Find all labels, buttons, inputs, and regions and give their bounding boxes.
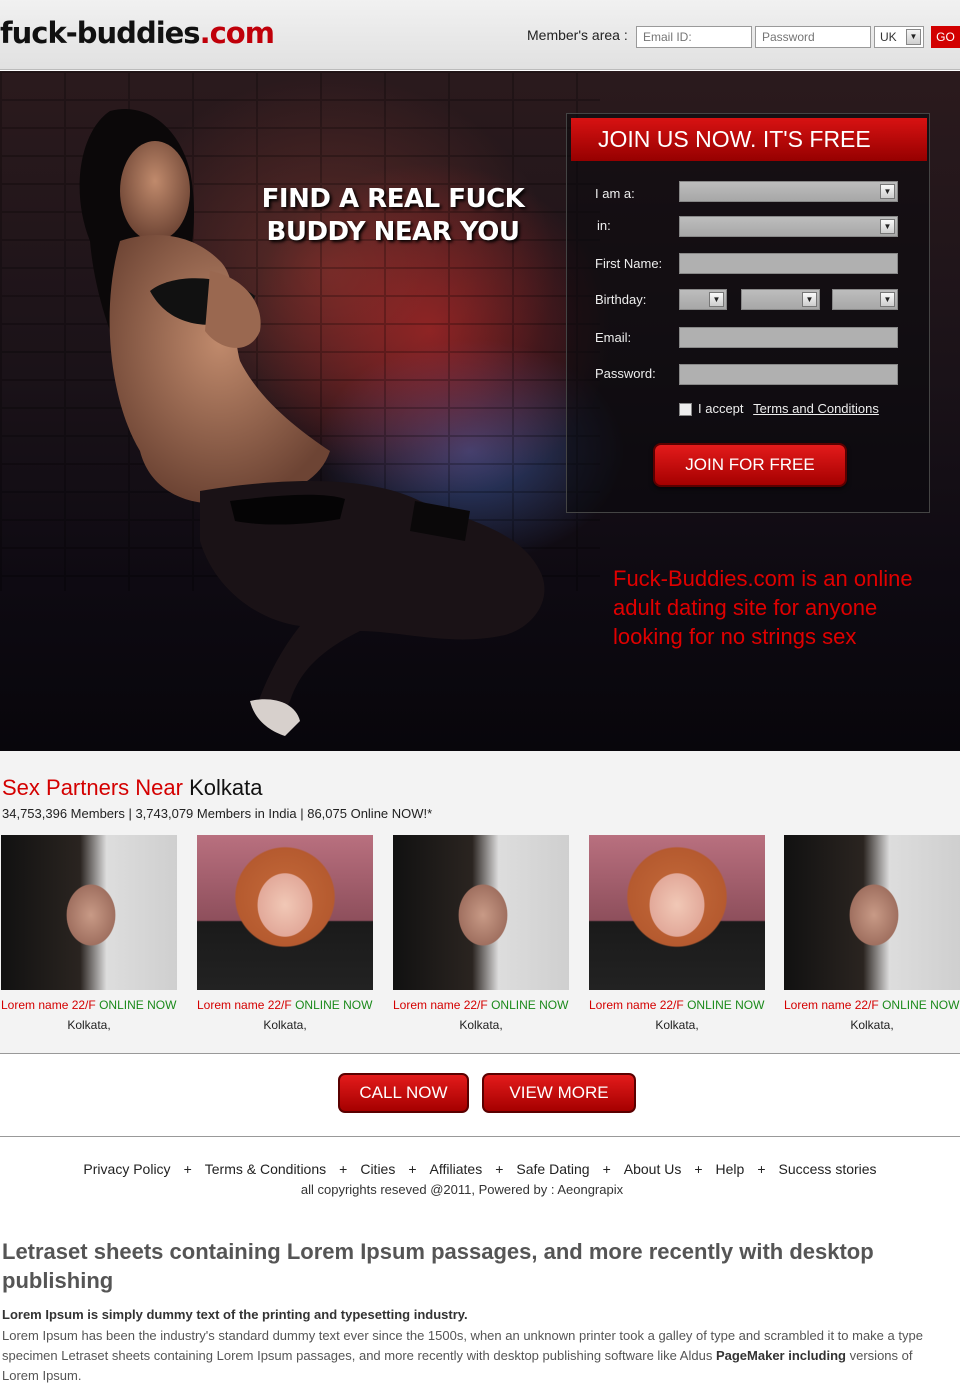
profile-card[interactable]: Lorem name 22/F ONLINE NOW Kolkata, — [197, 835, 377, 1032]
footer-separator: + — [495, 1161, 504, 1177]
join-for-free-button[interactable]: JOIN FOR FREE — [653, 443, 847, 487]
footer-link-help[interactable]: Help — [716, 1161, 745, 1177]
gender-select[interactable]: ▼ — [679, 181, 898, 202]
footer-separator: + — [408, 1161, 417, 1177]
birthday-label: Birthday: — [595, 292, 647, 307]
password-field[interactable] — [679, 364, 898, 385]
hero-headline: FIND A REAL FUCK BUDDY NEAR YOU — [261, 184, 525, 247]
copyright-text: all copyrights reseved @2011, Powered by… — [300, 1182, 624, 1197]
login-email-input[interactable] — [636, 26, 752, 48]
seo-heading: Letraset sheets containing Lorem Ipsum p… — [2, 1239, 874, 1293]
profile-card[interactable]: Lorem name 22/F ONLINE NOW Kolkata, — [1, 835, 181, 1032]
first-name-input[interactable] — [679, 253, 898, 274]
profile-name-line: Lorem name 22/F ONLINE NOW — [589, 998, 765, 1012]
footer-link-cities[interactable]: Cities — [360, 1161, 395, 1177]
top-header: fuck-buddies.com Member's area : UK ▼ GO — [0, 0, 960, 70]
profile-photo[interactable] — [784, 835, 960, 990]
login-go-button[interactable]: GO — [931, 26, 960, 48]
profile-photo[interactable] — [393, 835, 569, 990]
footer-link-success-stories[interactable]: Success stories — [779, 1161, 877, 1177]
signup-form-title: JOIN US NOW. IT'S FREE — [571, 118, 927, 161]
site-logo[interactable]: fuck-buddies.com — [0, 16, 275, 50]
birthday-year-select[interactable]: ▼ — [832, 289, 898, 310]
profile-card[interactable]: Lorem name 22/F ONLINE NOW Kolkata, — [589, 835, 769, 1032]
birthday-month-select[interactable]: ▼ — [741, 289, 820, 310]
hero-banner: FIND A REAL FUCK BUDDY NEAR YOU JOIN US … — [0, 71, 960, 751]
login-password-input[interactable] — [755, 26, 871, 48]
chevron-down-icon: ▼ — [709, 292, 724, 307]
footer-link-terms[interactable]: Terms & Conditions — [205, 1161, 326, 1177]
profile-city: Kolkata, — [655, 1018, 699, 1032]
profile-city: Kolkata, — [850, 1018, 894, 1032]
chevron-down-icon: ▼ — [880, 184, 895, 199]
footer-separator: + — [602, 1161, 611, 1177]
footer-link-safe-dating[interactable]: Safe Dating — [516, 1161, 589, 1177]
first-name-label: First Name: — [595, 256, 663, 271]
profile-photo[interactable] — [589, 835, 765, 990]
birthday-day-select[interactable]: ▼ — [679, 289, 727, 310]
section-title-city: Kolkata — [189, 775, 263, 800]
profile-card[interactable]: Lorem name 22/F ONLINE NOW Kolkata, — [393, 835, 573, 1032]
profile-name-line: Lorem name 22/F ONLINE NOW — [1, 998, 177, 1012]
chevron-down-icon: ▼ — [906, 29, 921, 45]
section-title: Sex Partners Near Kolkata — [2, 775, 262, 801]
model-photo — [79, 109, 545, 736]
footer-separator: + — [694, 1161, 703, 1177]
profile-city: Kolkata, — [459, 1018, 503, 1032]
profile-name-line: Lorem name 22/F ONLINE NOW — [784, 998, 960, 1012]
profile-city: Kolkata, — [67, 1018, 111, 1032]
terms-link[interactable]: Terms and Conditions — [753, 401, 879, 416]
profile-name-line: Lorem name 22/F ONLINE NOW — [393, 998, 569, 1012]
profile-card[interactable]: Lorem name 22/F ONLINE NOW Kolkata, — [784, 835, 960, 1032]
email-field[interactable] — [679, 327, 898, 348]
chevron-down-icon: ▼ — [880, 292, 895, 307]
call-now-button[interactable]: CALL NOW — [338, 1073, 469, 1113]
email-label: Email: — [595, 330, 632, 345]
footer-link-about[interactable]: About Us — [624, 1161, 682, 1177]
profile-photo[interactable] — [1, 835, 177, 990]
footer-link-affiliates[interactable]: Affiliates — [430, 1161, 483, 1177]
country-select[interactable]: UK ▼ — [874, 26, 924, 48]
password-label: Password: — [595, 366, 656, 381]
profile-photo[interactable] — [197, 835, 373, 990]
profile-city: Kolkata, — [263, 1018, 307, 1032]
footer-nav: Privacy Policy + Terms & Conditions + Cities… — [0, 1161, 960, 1177]
signup-form: JOIN US NOW. IT'S FREE I am a: ▼ in: ▼ F… — [566, 113, 930, 513]
seo-bold-text: PageMaker including — [715, 1348, 846, 1363]
accept-label: I accept — [698, 401, 744, 416]
country-select-value: UK — [880, 30, 897, 44]
footer-separator: + — [757, 1161, 766, 1177]
terms-checkbox[interactable] — [679, 403, 692, 416]
chevron-down-icon: ▼ — [880, 219, 895, 234]
footer-separator: + — [339, 1161, 348, 1177]
view-more-button[interactable]: VIEW MORE — [482, 1073, 636, 1113]
accept-terms-text: I accept Terms and Conditions — [698, 401, 879, 416]
action-buttons: CALL NOW VIEW MORE — [0, 1055, 960, 1137]
chevron-down-icon: ▼ — [802, 292, 817, 307]
profile-name-line: Lorem name 22/F ONLINE NOW — [197, 998, 373, 1012]
members-section: Sex Partners Near Kolkata 34,753,396 Mem… — [0, 751, 960, 1054]
footer-link-privacy[interactable]: Privacy Policy — [83, 1161, 170, 1177]
member-stats: 34,753,396 Members | 3,743,079 Members i… — [2, 806, 433, 821]
seo-lead: Lorem Ipsum is simply dummy text of the … — [2, 1307, 468, 1322]
location-label: in: — [597, 218, 611, 233]
gender-label: I am a: — [595, 186, 635, 201]
seo-paragraph: Lorem Ipsum has been the industry's stan… — [2, 1326, 952, 1386]
members-area-label: Member's area : — [527, 27, 628, 43]
section-title-text: Sex Partners Near — [2, 775, 183, 800]
hero-description: Fuck-Buddies.com is an online adult dati… — [613, 566, 913, 649]
location-select[interactable]: ▼ — [679, 216, 898, 237]
footer-separator: + — [183, 1161, 192, 1177]
